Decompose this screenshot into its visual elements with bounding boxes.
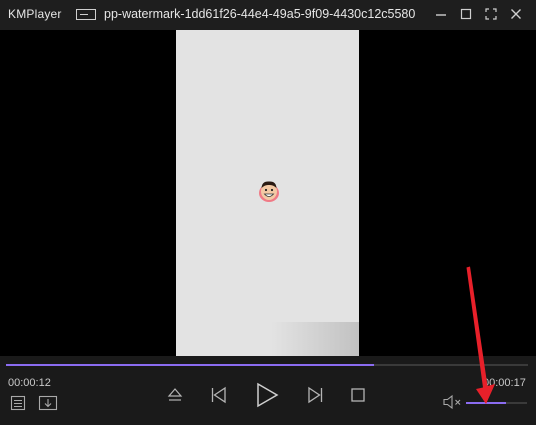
stop-icon[interactable] <box>350 387 366 403</box>
previous-icon[interactable] <box>209 385 229 405</box>
fullscreen-icon[interactable] <box>483 6 499 22</box>
volume-slider[interactable] <box>466 402 527 404</box>
total-time: 00:00:17 <box>483 377 526 389</box>
next-icon[interactable] <box>305 385 325 405</box>
eject-icon[interactable] <box>166 386 184 404</box>
volume-level <box>466 402 507 404</box>
restore-icon[interactable] <box>458 6 474 22</box>
playlist-icon[interactable] <box>9 394 27 412</box>
video-area[interactable] <box>0 30 536 356</box>
elapsed-time: 00:00:12 <box>8 377 51 389</box>
mute-icon[interactable] <box>442 394 464 410</box>
play-icon[interactable] <box>254 381 280 409</box>
seek-progress <box>6 364 374 366</box>
minimize-icon[interactable] <box>433 6 449 22</box>
download-icon[interactable] <box>38 394 58 412</box>
close-icon[interactable] <box>508 6 524 22</box>
title-bar: KMPlayer pp-watermark-1dd61f26-44e4-49a5… <box>0 0 536 30</box>
file-title: pp-watermark-1dd61f26-44e4-49a5-9f09-443… <box>104 7 416 21</box>
emoji-face-icon <box>259 181 279 202</box>
video-frame <box>176 30 359 356</box>
control-bar: 00:00:12 00:00:17 <box>0 356 536 425</box>
frame-shadow <box>271 322 359 356</box>
seek-bar[interactable] <box>6 364 528 366</box>
app-name: KMPlayer <box>8 7 62 21</box>
screen-mode-icon[interactable] <box>76 9 96 20</box>
